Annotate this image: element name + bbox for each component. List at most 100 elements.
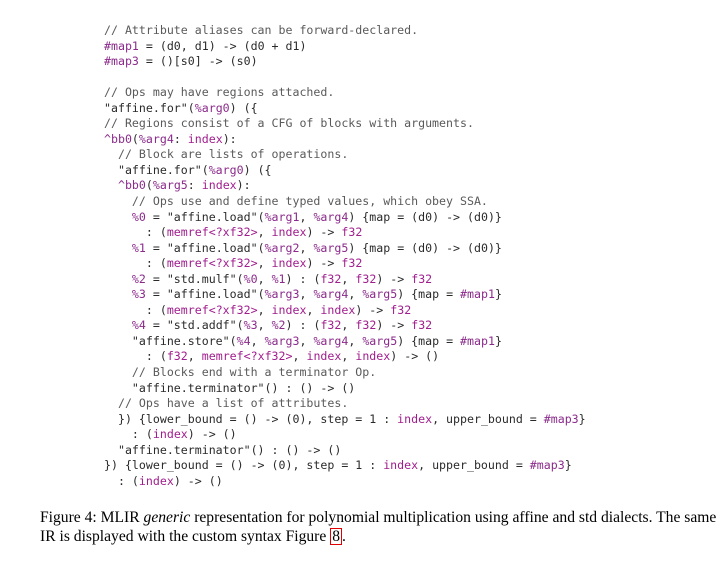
code-token: %arg4	[313, 209, 349, 224]
code-token: = "std.addf"(	[145, 318, 244, 333]
code-token: // Regions consist of a CFG of blocks wi…	[104, 116, 474, 131]
code-line: %4 = "std.addf"(%3, %2) : (f32, f32) -> …	[104, 318, 586, 334]
code-token: = ()[s0] -> (s0)	[138, 54, 258, 69]
code-token: #map3	[543, 411, 579, 426]
code-line: }) {lower_bound = () -> (0), step = 1 : …	[104, 412, 586, 428]
code-token: index	[187, 131, 223, 146]
code-line: // Block are lists of operations.	[104, 147, 586, 163]
code-token: ) {map = (d0) -> (d0)}	[348, 209, 502, 224]
code-token: ) -> ()	[173, 473, 223, 488]
code-line: : (memref<?xf32>, index, index) -> f32	[104, 303, 586, 319]
code-token: ) {map =	[397, 333, 461, 348]
code-token: :	[173, 131, 188, 146]
code-token: %arg2	[264, 240, 300, 255]
code-token: f32	[355, 271, 377, 286]
code-token: ^bb0	[104, 131, 132, 146]
code-token: memref<?xf32>	[166, 302, 258, 317]
code-token: = (d0, d1) -> (d0 + d1)	[138, 38, 307, 53]
code-token: %arg1	[264, 209, 300, 224]
caption-suffix: .	[342, 528, 346, 545]
code-token: :	[187, 178, 202, 193]
code-token: f32	[411, 318, 433, 333]
code-token: (	[131, 131, 139, 146]
code-token: index	[383, 458, 419, 473]
code-token: %1	[104, 240, 146, 255]
code-token: %arg5	[362, 287, 398, 302]
code-token: ) ->	[306, 256, 342, 271]
code-line: // Attribute aliases can be forward-decl…	[104, 23, 586, 39]
code-token: %2	[104, 271, 146, 286]
code-token: : (	[104, 256, 167, 271]
code-line: // Ops use and define typed values, whic…	[104, 194, 586, 210]
code-token: memref<?xf32>	[201, 349, 293, 364]
code-token: ):	[222, 131, 237, 146]
code-token: index	[397, 411, 433, 426]
code-token: ) {map = (d0) -> (d0)}	[348, 240, 502, 255]
code-token: index	[320, 302, 356, 317]
code-token: ):	[236, 178, 251, 193]
code-token: ) ({	[229, 100, 258, 115]
code-token: ,	[257, 302, 272, 317]
code-token: f32	[166, 349, 188, 364]
code-token: "affine.for"(	[104, 162, 209, 177]
code-token: }	[564, 458, 572, 473]
code-line: "affine.for"(%arg0) ({	[104, 163, 586, 179]
code-token: f32	[390, 302, 412, 317]
code-token: // Ops have a list of attributes.	[104, 396, 349, 411]
code-token: "affine.store"(	[104, 333, 237, 348]
code-line: %0 = "affine.load"(%arg1, %arg4) {map = …	[104, 210, 586, 226]
code-token: f32	[320, 318, 342, 333]
code-token: index	[271, 256, 307, 271]
code-token: ,	[341, 271, 356, 286]
figure-reference-link[interactable]: 8	[330, 528, 342, 545]
code-token: #map1	[460, 333, 495, 348]
code-token: f32	[320, 271, 342, 286]
code-token: f32	[411, 271, 433, 286]
code-token: %arg3	[264, 333, 300, 348]
code-token: memref<?xf32>	[166, 225, 258, 240]
code-token: #map3	[104, 54, 139, 69]
code-line: %3 = "affine.load"(%arg3, %arg4, %arg5) …	[104, 287, 586, 303]
code-token: ,	[257, 225, 272, 240]
code-token: (	[145, 178, 153, 193]
code-token: }	[578, 411, 586, 426]
code-token: ,	[250, 333, 265, 348]
code-token: "affine.for"(	[104, 100, 195, 115]
code-token: "affine.terminator"() : () -> ()	[104, 380, 356, 395]
code-token: index	[138, 473, 174, 488]
code-line: // Ops may have regions attached.	[104, 85, 586, 101]
code-token: , upper_bound =	[418, 458, 530, 473]
code-token: // Ops may have regions attached.	[104, 85, 335, 100]
code-token: }	[494, 287, 502, 302]
code-token: index	[271, 225, 307, 240]
code-token: f32	[355, 318, 377, 333]
code-token: ) {map =	[397, 287, 461, 302]
code-token: %3	[243, 318, 258, 333]
code-token: ,	[299, 209, 314, 224]
code-line: : (index) -> ()	[104, 427, 586, 443]
code-token: ,	[257, 318, 272, 333]
code-token: ) ->	[355, 302, 391, 317]
code-token: ,	[306, 302, 321, 317]
code-line: : (index) -> ()	[104, 474, 586, 490]
code-token: ) -> ()	[390, 349, 440, 364]
code-token: ,	[187, 349, 202, 364]
code-line: ^bb0(%arg5: index):	[104, 178, 586, 194]
code-token: index	[201, 178, 237, 193]
code-line: : (memref<?xf32>, index) -> f32	[104, 256, 586, 272]
code-token: ,	[257, 271, 272, 286]
code-token: #map1	[460, 287, 495, 302]
code-token: // Block are lists of operations.	[104, 147, 349, 162]
code-line: : (memref<?xf32>, index) -> f32	[104, 225, 586, 241]
code-token: ^bb0	[104, 178, 146, 193]
code-line: "affine.for"(%arg0) ({	[104, 101, 586, 117]
code-token: f32	[341, 225, 363, 240]
code-token: ,	[341, 318, 356, 333]
code-token: ,	[299, 333, 314, 348]
code-token: : (	[104, 427, 153, 442]
code-token: ,	[341, 349, 356, 364]
code-token: %4	[236, 333, 251, 348]
code-line: : (f32, memref<?xf32>, index, index) -> …	[104, 349, 586, 365]
code-token: , upper_bound =	[432, 411, 544, 426]
